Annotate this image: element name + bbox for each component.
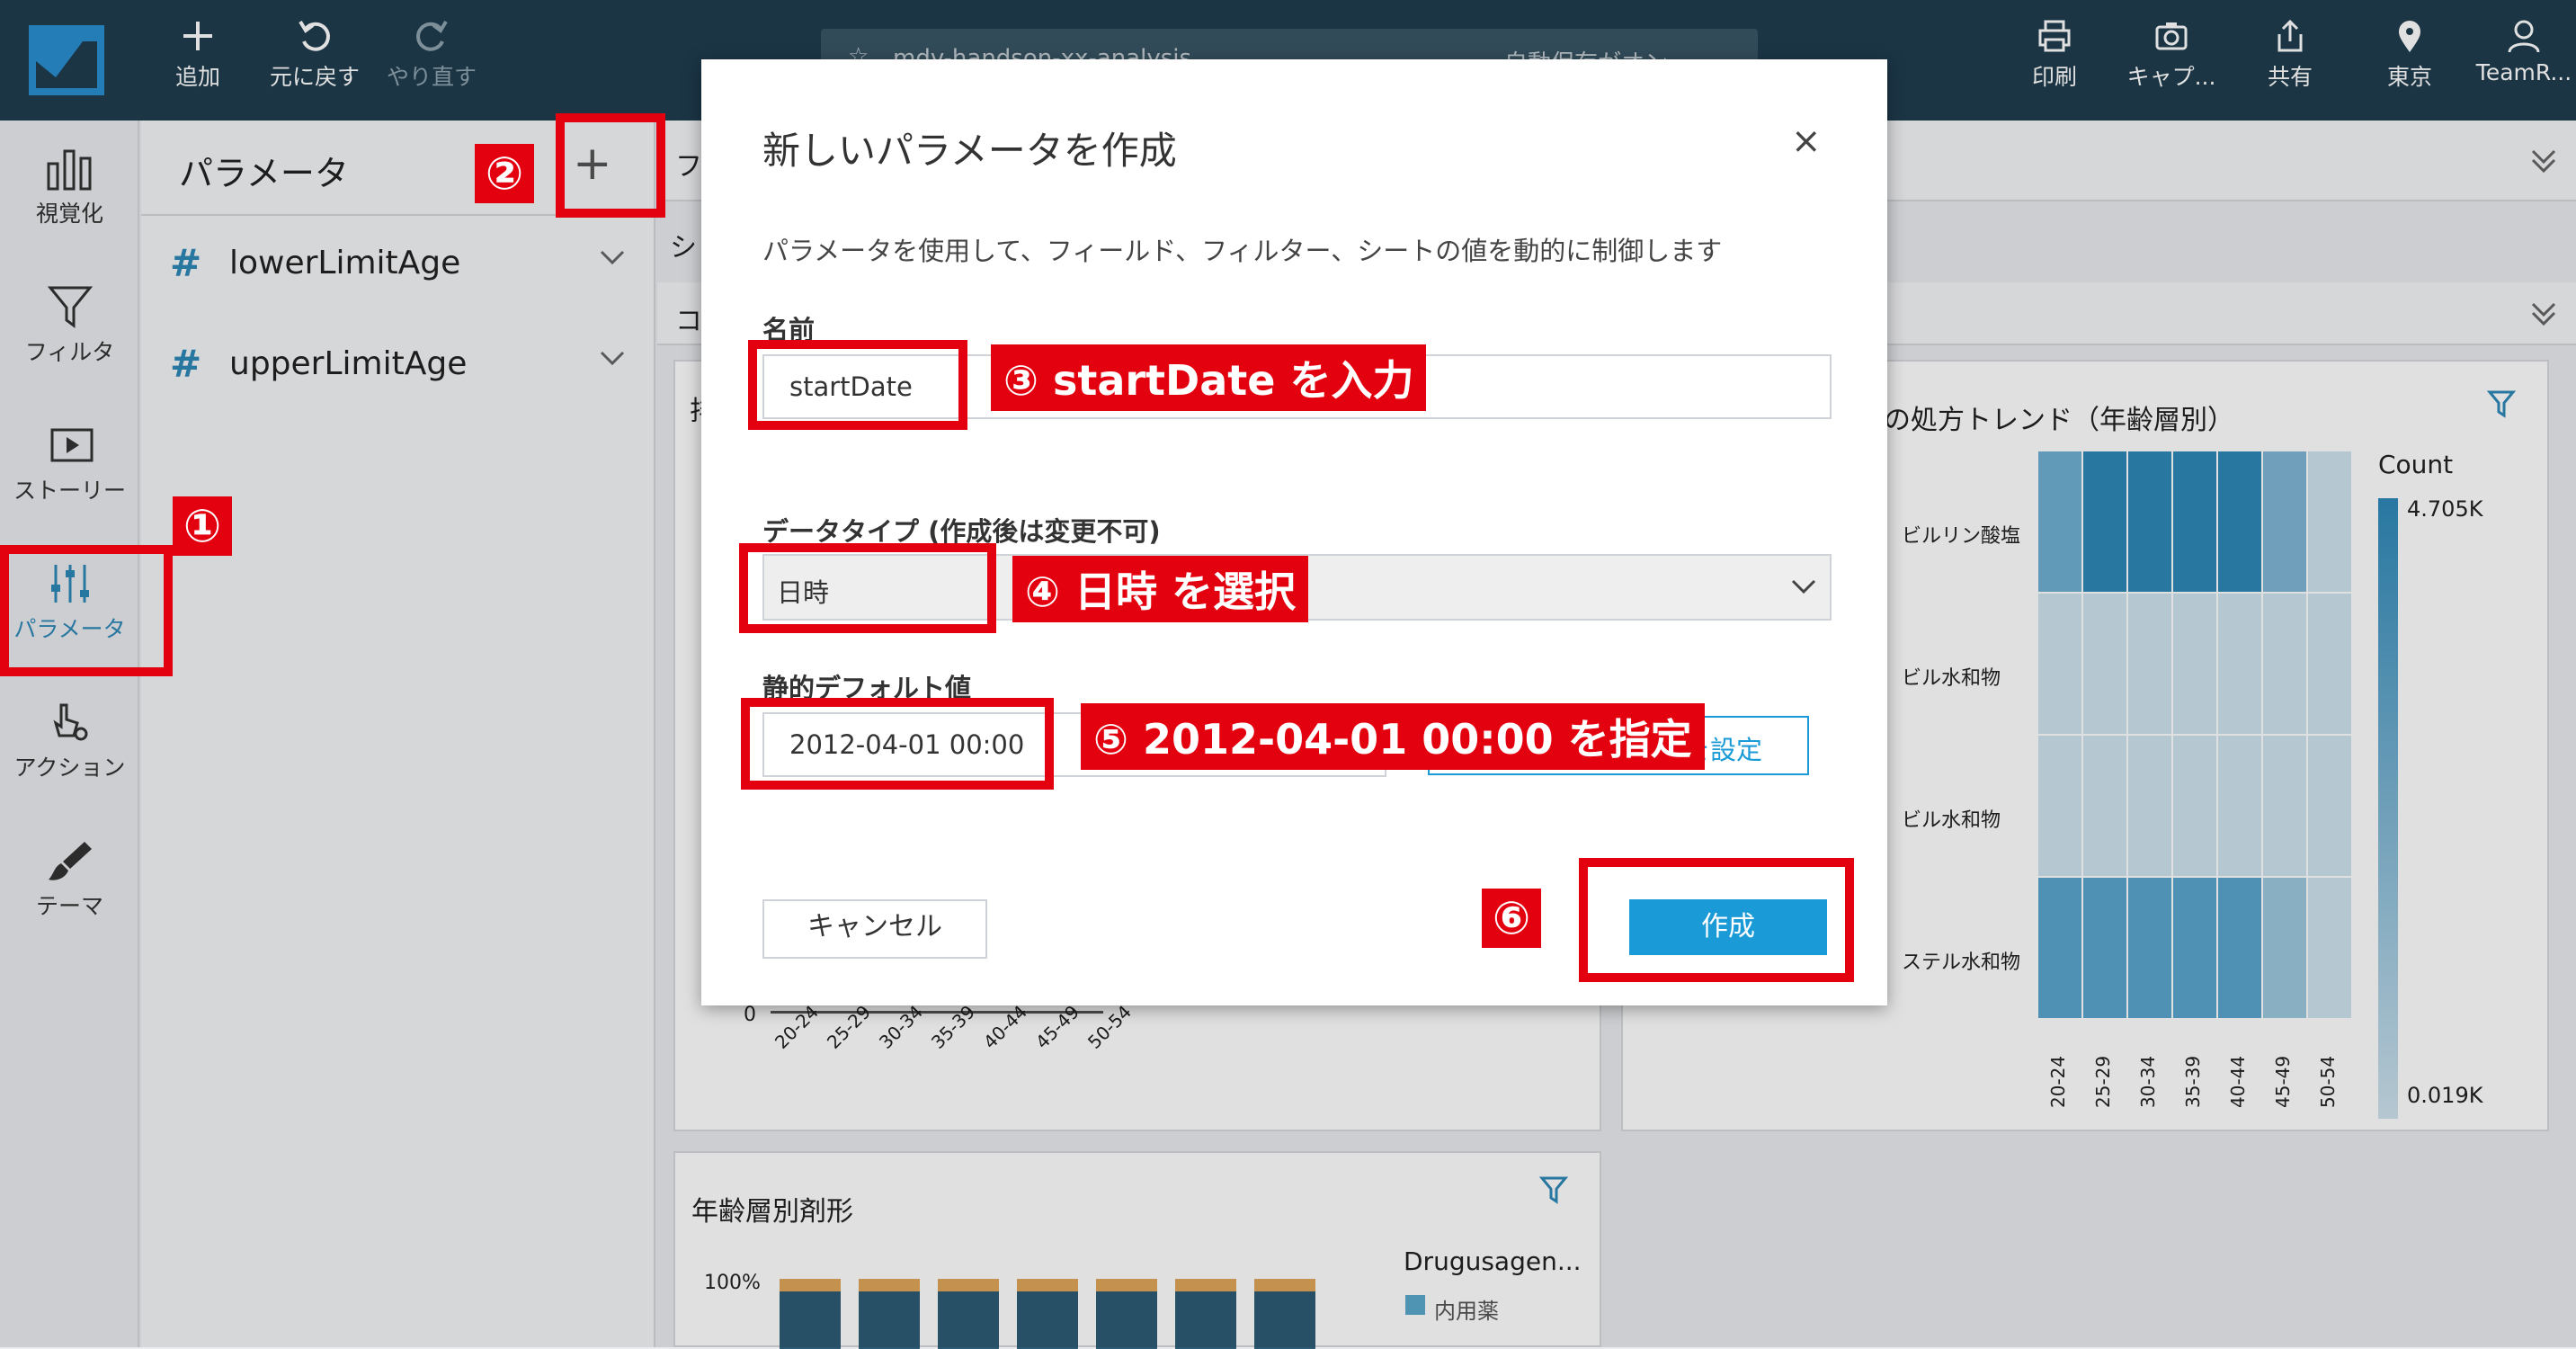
step-4-label: ④ 日時 を選択: [1012, 556, 1308, 622]
highlight-name-input: [748, 340, 967, 430]
chevron-down-icon: [1791, 579, 1816, 594]
cancel-button[interactable]: キャンセル: [762, 899, 987, 959]
dialog-title: 新しいパラメータを作成: [762, 129, 1177, 173]
step-5-label: ⑤ 2012-04-01 00:00 を指定: [1081, 703, 1705, 770]
highlight-create-button: [1579, 858, 1854, 982]
highlight-default-value: [741, 698, 1054, 790]
highlight-add-parameter: [556, 113, 665, 218]
step-2-badge: ②: [475, 144, 534, 203]
highlight-parameter-tab: [0, 545, 173, 676]
dialog-description: パラメータを使用して、フィールド、フィルター、シートの値を動的に制御します: [762, 236, 1723, 266]
highlight-datatype: [739, 543, 996, 633]
close-icon[interactable]: ×: [1791, 121, 1822, 162]
step-3-label: ③ startDate を入力: [991, 344, 1427, 411]
step-1-badge: ①: [173, 496, 232, 556]
step-6-badge: ⑥: [1482, 889, 1541, 948]
